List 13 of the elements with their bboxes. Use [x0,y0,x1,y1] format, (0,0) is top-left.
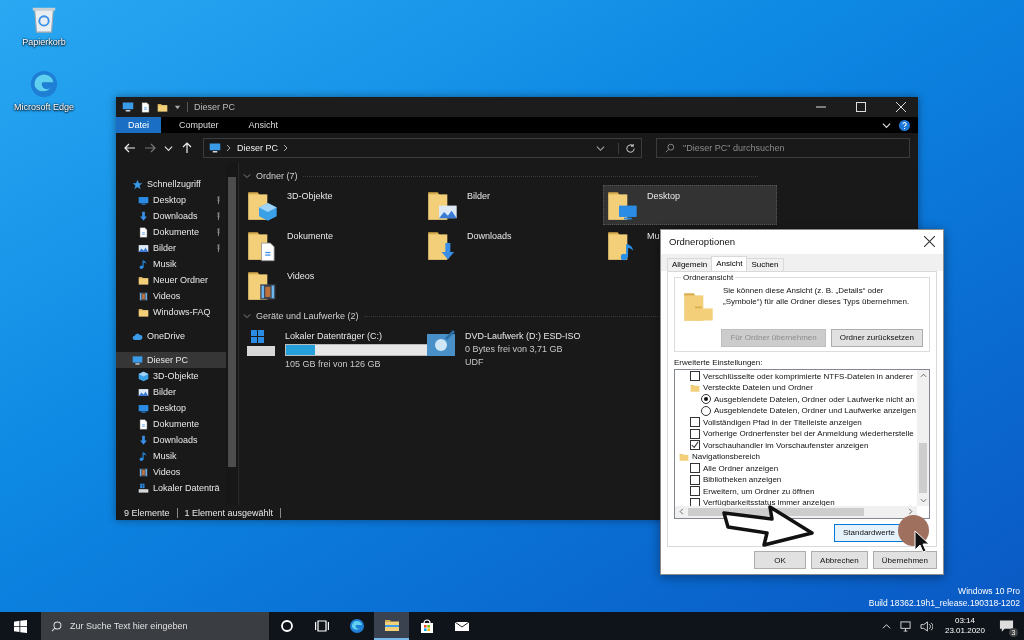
group-title: Ordneransicht [681,272,736,282]
status-text: 9 Elemente [122,507,178,518]
status-text: 1 Element ausgewählt [177,507,282,518]
time-text: 03:14 [954,616,975,626]
window-title: Dieser PC [187,102,235,112]
version-text: Build 18362.19h1_release.190318-1202 [868,598,1020,608]
section-label: Erweiterte Einstellungen: [674,357,764,367]
setting-label: Navigationsbereich [692,452,761,462]
dialog-title: Ordneroptionen [669,236,736,248]
date-text: 23.01.2020 [944,626,985,636]
version-text: Windows 10 Pro [958,586,1020,596]
setting-label: Versteckte Dateien und Ordner [703,383,813,393]
description-text: Sie können diese Ansicht (z. B. „Details“ oder „Symbole“) für alle Ordner dieses Typs übernehmen. [723,284,911,307]
